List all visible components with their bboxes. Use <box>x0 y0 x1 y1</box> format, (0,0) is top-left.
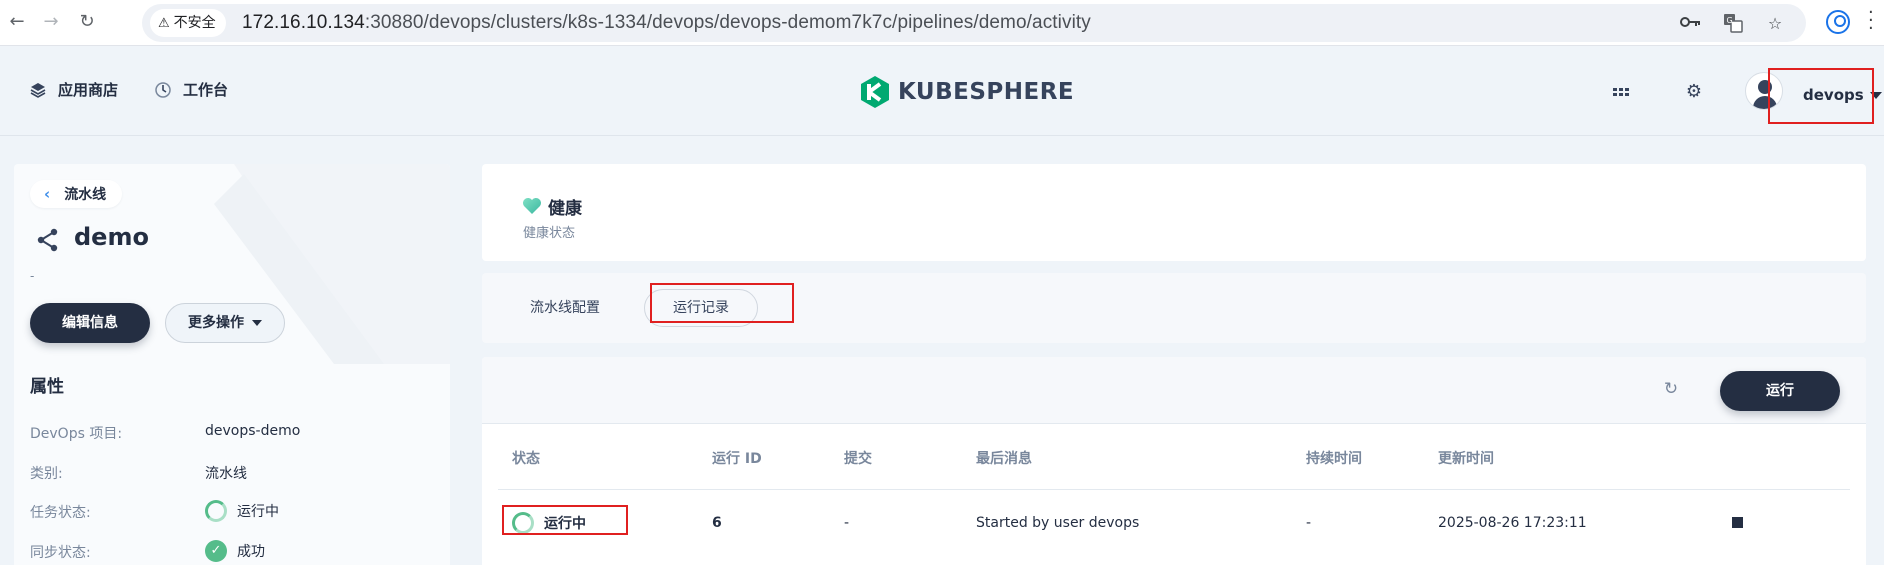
pipeline-description: - <box>30 269 35 283</box>
attribute-row: 类别: 流水线 <box>30 463 430 483</box>
address-bar[interactable]: ⚠ 不安全 172.16.10.134:30880/devops/clusters… <box>142 4 1806 42</box>
attribute-value: 运行中 <box>205 500 279 522</box>
more-actions-button[interactable]: 更多操作 <box>165 303 285 343</box>
stop-icon[interactable] <box>1732 517 1743 528</box>
run-updated-cell: 2025-08-26 17:23:11 <box>1438 515 1587 531</box>
reload-icon[interactable]: ↻ <box>76 11 98 33</box>
runs-toolbar: ↻ 运行 <box>482 357 1866 424</box>
health-title: 健康 <box>548 199 582 219</box>
svg-text:G: G <box>1727 16 1733 25</box>
pipeline-name: demo <box>74 223 149 251</box>
run-button[interactable]: 运行 <box>1720 371 1840 411</box>
devops-project-value: devops-demo <box>205 423 301 439</box>
refresh-icon[interactable]: ↻ <box>1662 380 1680 398</box>
run-duration-cell: - <box>1306 515 1312 531</box>
task-status-value: 运行中 <box>237 504 279 520</box>
logo-text: KUBESPHERE <box>898 79 1075 105</box>
run-records-panel: ↻ 运行 状态 运行 ID 提交 最后消息 持续时间 更新时间 运行中 6 - … <box>482 357 1866 565</box>
kubesphere-logo[interactable]: KUBESPHERE <box>860 74 1074 110</box>
sync-status-value: 成功 <box>237 544 265 560</box>
forward-arrow-icon[interactable]: → <box>40 11 62 33</box>
app-store-link[interactable]: 应用商店 <box>30 79 118 100</box>
divider <box>498 489 1850 490</box>
attribute-value: devops-demo <box>205 423 300 439</box>
attribute-value: 流水线 <box>205 463 247 483</box>
chevron-left-icon: ‹ <box>44 185 51 203</box>
attributes-heading: 属性 <box>30 377 64 397</box>
heart-icon <box>523 198 541 214</box>
attribute-key: 同步状态: <box>30 545 91 561</box>
success-check-icon: ✓ <box>205 540 227 562</box>
running-spinner-icon <box>205 500 227 522</box>
attribute-key: DevOps 项目: <box>30 426 123 442</box>
kubesphere-logo-mark <box>861 76 889 108</box>
menu-kebab-icon[interactable]: · · · <box>1868 4 1874 38</box>
url-path: :30880/devops/clusters/k8s-1334/devops/d… <box>364 12 1091 33</box>
chevron-down-icon <box>252 320 262 326</box>
column-header-last-message[interactable]: 最后消息 <box>976 448 1032 468</box>
health-card: 健康 健康状态 <box>482 164 1866 261</box>
security-label: 不安全 <box>173 15 216 31</box>
run-commit-cell: - <box>844 515 850 531</box>
column-header-duration[interactable]: 持续时间 <box>1306 448 1362 468</box>
more-actions-label: 更多操作 <box>188 315 244 331</box>
back-to-pipelines-button[interactable]: ‹ 流水线 <box>30 180 123 208</box>
security-chip[interactable]: ⚠ 不安全 <box>150 9 226 37</box>
gear-icon[interactable]: ⚙ <box>1685 83 1703 101</box>
back-label: 流水线 <box>64 187 107 203</box>
browser-toolbar: ← → ↻ ⚠ 不安全 172.16.10.134:30880/devops/cl… <box>0 0 1884 46</box>
run-id-cell[interactable]: 6 <box>712 515 722 531</box>
url-text[interactable]: 172.16.10.134:30880/devops/clusters/k8s-… <box>242 4 1091 42</box>
translate-icon[interactable]: G <box>1722 13 1744 35</box>
pipeline-icon <box>37 228 58 252</box>
column-header-status[interactable]: 状态 <box>512 448 540 468</box>
attribute-value: ✓ 成功 <box>205 540 265 562</box>
pipeline-sidebar: ‹ 流水线 demo - 编辑信息 更多操作 属性 DevOps 项目: dev… <box>14 164 450 565</box>
edit-info-button[interactable]: 编辑信息 <box>30 303 150 343</box>
grid-apps-icon[interactable] <box>1612 83 1630 101</box>
warning-icon: ⚠ <box>158 16 170 31</box>
attribute-row: DevOps 项目: devops-demo <box>30 423 430 443</box>
app-store-label: 应用商店 <box>58 81 119 99</box>
back-arrow-icon[interactable]: ← <box>6 11 28 33</box>
run-last-message-cell: Started by user devops <box>976 515 1140 531</box>
tab-pipeline-config[interactable]: 流水线配置 <box>502 289 628 327</box>
type-value: 流水线 <box>205 466 247 482</box>
attribute-row: 任务状态: 运行中 <box>30 500 430 522</box>
attribute-row: 同步状态: ✓ 成功 <box>30 540 430 562</box>
password-key-icon[interactable] <box>1680 13 1702 35</box>
column-header-commit[interactable]: 提交 <box>844 448 872 468</box>
highlight-box-status <box>502 505 628 535</box>
profile-icon[interactable] <box>1826 10 1850 34</box>
attribute-key: 类别: <box>30 466 63 482</box>
attribute-key: 任务状态: <box>30 505 91 521</box>
column-header-run-id[interactable]: 运行 ID <box>712 448 762 468</box>
highlight-box-tab <box>650 283 794 323</box>
workbench-link[interactable]: 工作台 <box>155 79 228 100</box>
workbench-icon <box>155 81 171 98</box>
highlight-box-user <box>1768 68 1874 124</box>
app-header: 应用商店 工作台 KUBESPHERE ⚙ devops <box>0 46 1884 136</box>
url-host: 172.16.10.134 <box>242 12 365 33</box>
workbench-label: 工作台 <box>183 81 229 99</box>
health-subtitle: 健康状态 <box>523 226 576 241</box>
bookmark-star-icon[interactable]: ☆ <box>1764 13 1786 35</box>
column-header-updated[interactable]: 更新时间 <box>1438 448 1494 468</box>
layers-icon <box>30 82 46 98</box>
